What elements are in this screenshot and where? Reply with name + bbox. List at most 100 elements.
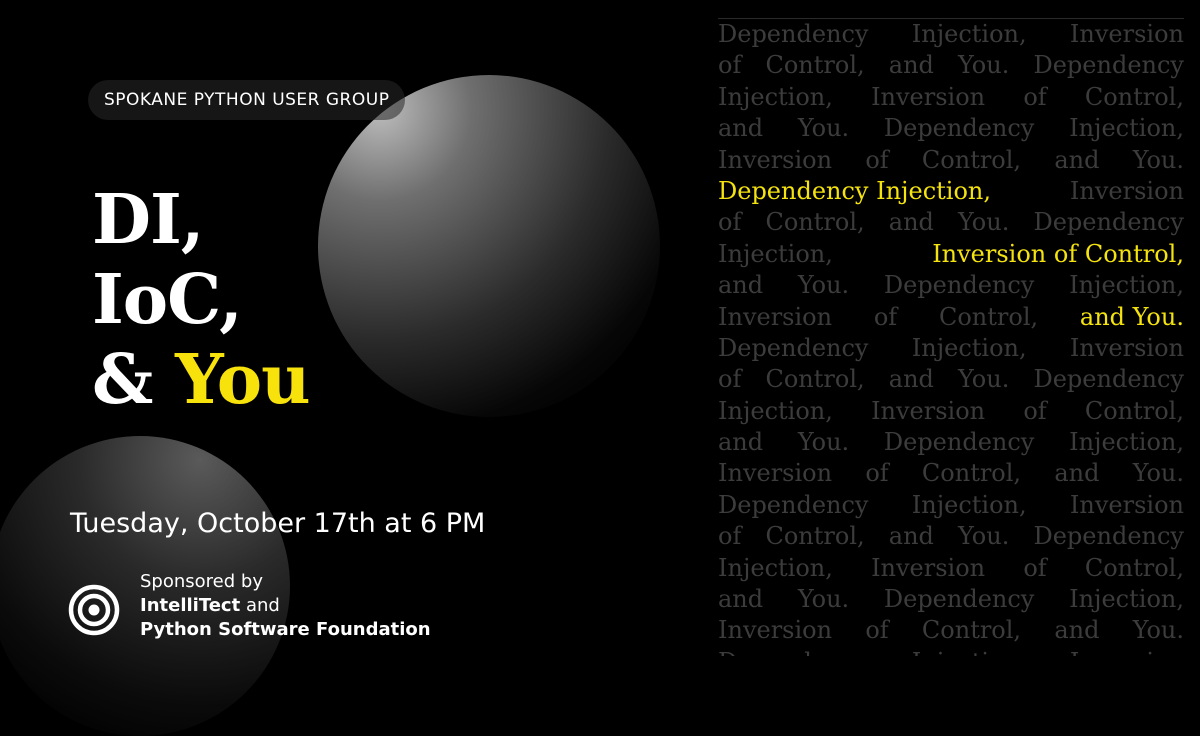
pattern-word: You. <box>797 585 850 614</box>
headline-ampersand: & <box>92 340 153 420</box>
pattern-word: Control, <box>921 459 1022 488</box>
pattern-row: of Control, and You. Dependency <box>718 50 1184 81</box>
pattern-row: Dependency Injection, Inversion <box>718 333 1184 364</box>
pattern-highlight: Dependency Injection, <box>718 176 991 205</box>
pattern-word: and <box>888 51 934 80</box>
pattern-word: of <box>865 459 889 488</box>
sponsor-joiner: and <box>245 595 280 616</box>
pattern-word: You. <box>958 365 1010 394</box>
pattern-row: and You. Dependency Injection, <box>718 113 1184 144</box>
pattern-word: of <box>718 208 742 237</box>
pattern-row: Injection, Inversion of Control, <box>718 396 1184 427</box>
pattern-word: Injection, <box>718 553 833 582</box>
headline-line-3: & You <box>92 340 311 420</box>
pattern-word: of <box>1023 82 1047 111</box>
pattern-highlight: and You. <box>1079 302 1184 331</box>
pattern-word: You. <box>797 428 850 457</box>
pattern-word: Injection, <box>718 396 833 425</box>
pattern-word: You. <box>797 271 850 300</box>
pattern-row: Dependency Injection, Inversion <box>718 19 1184 50</box>
pattern-word: Dependency <box>718 490 869 519</box>
pattern-word: Dependency <box>883 428 1035 457</box>
pattern-word: Injection, <box>911 490 1027 519</box>
pattern-word: Injection, <box>1069 271 1184 300</box>
sponsor-intellitect: IntelliTect <box>140 595 241 616</box>
pattern-word: Injection, <box>912 647 1027 656</box>
headline-line-2: IoC, <box>92 260 243 340</box>
pattern-word: Dependency <box>883 585 1035 614</box>
pattern-word: Inversion <box>1070 647 1184 656</box>
pattern-word: Dependency <box>1033 365 1184 394</box>
pattern-word: and <box>718 271 764 300</box>
pattern-word: Dependency <box>1033 522 1184 551</box>
sponsor-info: Sponsored by IntelliTect and Python Soft… <box>140 570 431 642</box>
pattern-word: and <box>888 365 934 394</box>
pattern-highlight: Inversion of Control, <box>932 239 1184 268</box>
pattern-word: of <box>718 522 742 551</box>
pattern-row: Inversion of Control, and You. <box>718 458 1184 489</box>
headline: DI, IoC, & You <box>92 180 311 420</box>
headline-line-1: DI, <box>92 180 204 260</box>
pattern-word: of <box>865 616 889 645</box>
pattern-word: Dependency <box>718 20 869 48</box>
pattern-row: Injection, Inversion of Control, <box>718 239 1184 270</box>
pattern-word: Control, <box>1084 396 1184 425</box>
pattern-word: You. <box>1132 459 1184 488</box>
pattern-word: Inversion <box>1069 490 1184 519</box>
pattern-word: and <box>718 114 764 143</box>
sponsor-line-1: IntelliTect and <box>140 594 431 618</box>
pattern-word: Dependency <box>1033 208 1184 237</box>
pattern-word: Inversion <box>718 459 833 488</box>
pattern-row: Injection, Inversion of Control, <box>718 82 1184 113</box>
pattern-word: You. <box>958 522 1010 551</box>
intellitect-concentric-logo-icon <box>68 584 120 636</box>
pattern-word: Injection, <box>1069 428 1184 457</box>
headline-accent-you: You <box>175 340 310 420</box>
pattern-word: Inversion <box>871 396 986 425</box>
pattern-word: and <box>1054 459 1100 488</box>
pattern-word: Injection, <box>718 82 833 111</box>
pattern-word: Dependency <box>718 333 869 362</box>
pattern-word: Inversion <box>871 553 986 582</box>
pattern-word: and <box>718 428 764 457</box>
pattern-word: of <box>718 51 742 80</box>
pattern-word: of <box>1023 553 1047 582</box>
pattern-word: Inversion <box>718 145 833 174</box>
pattern-word: Control, <box>921 616 1022 645</box>
pattern-word: Injection, <box>718 239 833 268</box>
pattern-word: Control, <box>765 208 865 237</box>
sponsor-intro: Sponsored by <box>140 571 263 592</box>
pattern-word: and <box>888 208 934 237</box>
pattern-row: Dependency Injection, Inversion <box>718 176 1184 207</box>
pattern-word: You. <box>958 51 1010 80</box>
pattern-row: and You. Dependency Injection, <box>718 584 1184 615</box>
pattern-word: Inversion <box>718 616 833 645</box>
pattern-row: of Control, and You. Dependency <box>718 521 1184 552</box>
pattern-word: Control, <box>938 302 1039 331</box>
pattern-word: Control, <box>765 365 865 394</box>
pattern-word: You. <box>1132 145 1184 174</box>
pattern-row: and You. Dependency Injection, <box>718 427 1184 458</box>
pattern-word: You. <box>1132 616 1184 645</box>
pattern-word: Dependency <box>1033 51 1184 80</box>
pattern-word: of <box>865 145 889 174</box>
pattern-word: of <box>718 365 742 394</box>
pattern-word: Dependency <box>883 114 1035 143</box>
pattern-word: and <box>888 522 934 551</box>
decorative-sphere-large <box>318 75 660 417</box>
pattern-word: and <box>1054 145 1100 174</box>
pattern-word: and <box>1054 616 1100 645</box>
pattern-word: Injection, <box>911 333 1027 362</box>
group-name-badge: SPOKANE PYTHON USER GROUP <box>88 80 406 120</box>
pattern-word: You. <box>958 208 1010 237</box>
pattern-word: of <box>873 302 898 331</box>
pattern-word: Control, <box>921 145 1022 174</box>
pattern-word: Injection, <box>1069 585 1184 614</box>
pattern-row: Inversion of Control, and You. <box>718 615 1184 646</box>
pattern-word: Control, <box>1084 82 1184 111</box>
pattern-word: You. <box>797 114 850 143</box>
pattern-word: of <box>1023 396 1047 425</box>
pattern-row: Dependency Injection, Inversion <box>718 647 1184 656</box>
repeating-text-pattern: Dependency Injection, Inversion of Control, a… <box>718 18 1184 656</box>
pattern-word: Dependency <box>718 647 869 656</box>
